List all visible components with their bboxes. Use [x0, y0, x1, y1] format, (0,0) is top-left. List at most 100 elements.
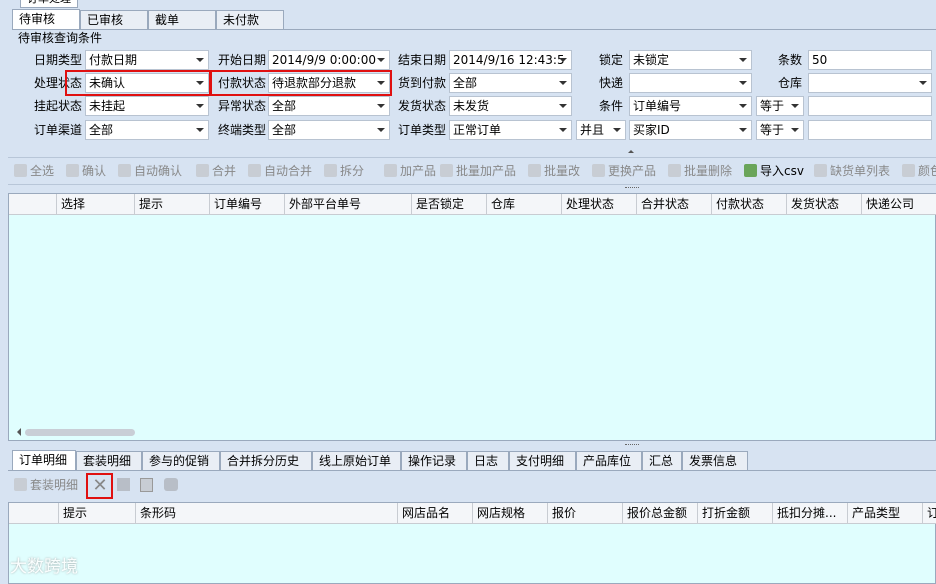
tab-reviewed[interactable]: 已审核 [80, 10, 148, 30]
splitter-handle[interactable] [625, 187, 639, 191]
cod-label: 货到付款 [397, 76, 446, 90]
count-input[interactable]: 50 [808, 50, 932, 70]
col-deduction-share[interactable]: 抵扣分摊... [773, 503, 848, 523]
hold-status-label: 挂起状态 [33, 99, 82, 113]
detail-row-indicator-header [9, 503, 59, 523]
replace-product-button[interactable]: 更换产品 [592, 162, 656, 180]
col-external-no[interactable]: 外部平台单号 [285, 194, 412, 214]
col-merge-status[interactable]: 合并状态 [637, 194, 712, 214]
condition2-op-select[interactable]: 等于 [756, 120, 804, 140]
batch-delete-button[interactable]: 批量删除 [668, 162, 732, 180]
date-type-select[interactable]: 付款日期 [85, 50, 209, 70]
ship-status-select[interactable]: 未发货 [449, 96, 572, 116]
tab-promotions[interactable]: 参与的促销 [142, 451, 220, 471]
confirm-button[interactable]: 确认 [66, 162, 106, 180]
tab-summary[interactable]: 汇总 [642, 451, 682, 471]
end-date-picker[interactable]: 2014/9/16 12:43:5 [449, 50, 572, 70]
col-shop-spec[interactable]: 网店规格 [473, 503, 548, 523]
cod-select[interactable]: 全部 [449, 73, 572, 93]
col-process-status[interactable]: 处理状态 [562, 194, 637, 214]
condition1-value-input[interactable] [808, 96, 932, 116]
batch-add-product-button[interactable]: 批量加产品 [440, 162, 516, 180]
tab-operation-log[interactable]: 操作记录 [401, 451, 467, 471]
start-date-picker[interactable]: 2014/9/9 0:00:00 [268, 50, 390, 70]
highlight-process-status [65, 70, 212, 96]
highlight-payment-status [209, 70, 392, 96]
condition2-value-input[interactable] [808, 120, 932, 140]
collapse-up-icon[interactable] [628, 150, 634, 153]
col-price-total[interactable]: 报价总金额 [623, 503, 698, 523]
col-shop-product-name[interactable]: 网店品名 [398, 503, 473, 523]
save-icon[interactable] [117, 478, 130, 491]
merge-button[interactable]: 合并 [196, 162, 236, 180]
search-icon[interactable] [164, 478, 178, 491]
tab-payment-detail[interactable]: 支付明细 [509, 451, 576, 471]
count-label: 条数 [777, 53, 802, 67]
express-select[interactable] [629, 73, 752, 93]
warehouse-select[interactable] [808, 73, 932, 93]
order-type-select[interactable]: 正常订单 [449, 120, 572, 140]
tab-pending-review[interactable]: 待审核 [12, 9, 80, 30]
col-order-no[interactable]: 订单编号 [210, 194, 285, 214]
hold-status-select[interactable]: 未挂起 [85, 96, 209, 116]
col-discount[interactable]: 打折金额 [698, 503, 773, 523]
condition1-field-select[interactable]: 订单编号 [629, 96, 752, 116]
col-product-type[interactable]: 产品类型 [848, 503, 923, 523]
tab-log[interactable]: 日志 [467, 451, 509, 471]
auto-confirm-button[interactable]: 自动确认 [118, 162, 182, 180]
col-payment-status[interactable]: 付款状态 [712, 194, 787, 214]
condition1-op-select[interactable]: 等于 [756, 96, 804, 116]
col-warehouse[interactable]: 仓库 [487, 194, 562, 214]
warehouse-label: 仓库 [777, 76, 802, 90]
channel-select[interactable]: 全部 [85, 120, 209, 140]
import-csv-button[interactable]: 导入csv [744, 162, 804, 180]
terminal-select[interactable]: 全部 [268, 120, 390, 140]
tab-merge-split-history[interactable]: 合并拆分历史 [220, 451, 312, 471]
col-order-more[interactable]: 订 [923, 503, 936, 523]
splitter-handle-2[interactable] [625, 444, 639, 448]
add-product-button[interactable]: 加产品 [384, 162, 436, 180]
edit-icon [528, 164, 541, 177]
tab-product-location[interactable]: 产品库位 [576, 451, 642, 471]
query-group-title: 待审核查询条件 [18, 31, 103, 45]
horizontal-scrollbar-thumb[interactable] [25, 429, 135, 436]
start-date-label: 开始日期 [217, 53, 266, 67]
exception-status-select[interactable]: 全部 [268, 96, 390, 116]
col-tip[interactable]: 提示 [135, 194, 210, 214]
refresh-icon[interactable] [140, 478, 153, 492]
scroll-left-icon[interactable] [13, 428, 21, 436]
lock-select[interactable]: 未锁定 [629, 50, 752, 70]
color-button[interactable]: 颜色 [902, 162, 936, 180]
express-label: 快递 [598, 76, 623, 90]
date-type-label: 日期类型 [33, 53, 82, 67]
auto-merge-button[interactable]: 自动合并 [248, 162, 312, 180]
suit-detail-button[interactable]: 套装明细 [14, 476, 78, 494]
channel-label: 订单渠道 [33, 123, 82, 137]
tab-cutoff[interactable]: 截单 [148, 10, 216, 30]
col-price[interactable]: 报价 [548, 503, 623, 523]
tab-order-detail[interactable]: 订单明细 [12, 450, 76, 471]
col-ship-status[interactable]: 发货状态 [787, 194, 862, 214]
lock-label: 锁定 [598, 53, 623, 67]
tab-unpaid[interactable]: 未付款 [216, 10, 284, 30]
col-select[interactable]: 选择 [57, 194, 135, 214]
checkbox-icon [14, 164, 27, 177]
col-express-company[interactable]: 快递公司 [862, 194, 936, 214]
detail-grid-header: 提示 条形码 网店品名 网店规格 报价 报价总金额 打折金额 抵扣分摊... 产… [9, 503, 936, 524]
col-barcode[interactable]: 条形码 [136, 503, 398, 523]
import-icon [744, 164, 757, 177]
split-icon [324, 164, 337, 177]
logic-select[interactable]: 并且 [576, 120, 626, 140]
delete-detail-button[interactable]: ✕ [90, 476, 110, 496]
window-title: 订单处理 [20, 0, 78, 8]
select-all-button[interactable]: 全选 [14, 162, 54, 180]
tab-suit-detail[interactable]: 套装明细 [76, 451, 142, 471]
col-detail-tip[interactable]: 提示 [59, 503, 136, 523]
stockout-list-button[interactable]: 缺货单列表 [814, 162, 890, 180]
tab-original-order[interactable]: 线上原始订单 [312, 451, 401, 471]
condition2-field-select[interactable]: 买家ID [629, 120, 752, 140]
col-locked[interactable]: 是否锁定 [412, 194, 487, 214]
batch-edit-button[interactable]: 批量改 [528, 162, 580, 180]
tab-invoice[interactable]: 发票信息 [682, 451, 748, 471]
split-button[interactable]: 拆分 [324, 162, 364, 180]
